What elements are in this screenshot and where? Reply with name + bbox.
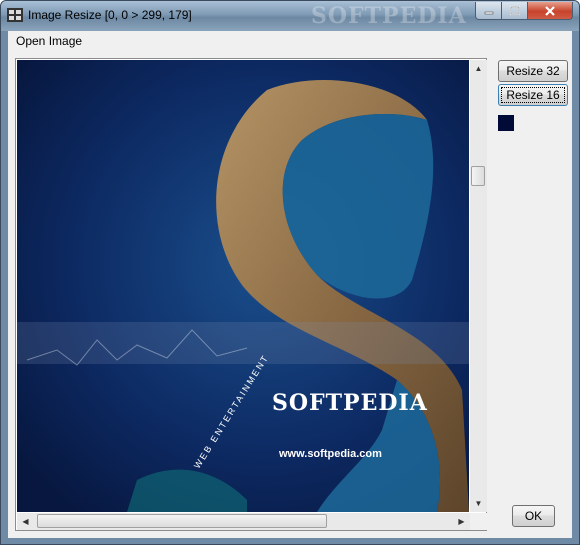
horizontal-scroll-thumb[interactable] xyxy=(37,514,327,528)
vertical-scroll-thumb[interactable] xyxy=(471,166,485,186)
image-resize-window: SOFTPEDIA Image Resize [0, 0 > 299, 179]… xyxy=(0,0,580,545)
close-button[interactable] xyxy=(527,2,573,20)
scrollbar-corner xyxy=(470,513,487,530)
maximize-button[interactable] xyxy=(501,2,528,20)
resize-16-button[interactable]: Resize 16 xyxy=(498,84,568,106)
arrow-left-icon: ◀ xyxy=(22,517,29,526)
arrow-down-icon: ▼ xyxy=(474,499,483,508)
horizontal-scrollbar[interactable]: ◀ ▶ xyxy=(17,513,470,530)
image-canvas[interactable]: SOFTPEDIA www.softpedia.com WEB ENTERTAI… xyxy=(17,60,469,512)
arrow-right-icon: ▶ xyxy=(458,517,465,526)
image-brand-text: SOFTPEDIA xyxy=(272,390,428,416)
title-watermark: SOFTPEDIA xyxy=(311,3,467,29)
minimize-button[interactable] xyxy=(475,2,502,20)
app-icon xyxy=(7,8,23,22)
title-bar[interactable]: SOFTPEDIA Image Resize [0, 0 > 299, 179] xyxy=(1,1,579,31)
aerial-island-image xyxy=(17,60,469,512)
scroll-down-button[interactable]: ▼ xyxy=(470,495,487,512)
image-panel: SOFTPEDIA www.softpedia.com WEB ENTERTAI… xyxy=(15,58,487,531)
scroll-right-button[interactable]: ▶ xyxy=(453,513,470,530)
scroll-up-button[interactable]: ▲ xyxy=(470,60,487,77)
ok-button[interactable]: OK xyxy=(512,505,555,527)
resize-32-button[interactable]: Resize 32 xyxy=(498,60,568,82)
menu-bar: Open Image xyxy=(8,31,572,51)
color-swatch xyxy=(498,115,514,131)
vertical-scrollbar[interactable]: ▲ ▼ xyxy=(470,60,487,512)
menu-open-image[interactable]: Open Image xyxy=(16,34,82,48)
image-url-text: www.softpedia.com xyxy=(279,448,382,460)
client-area: Open Image SOFTPEDIA www.softpedia.com W… xyxy=(8,31,572,538)
minimize-icon xyxy=(484,11,493,14)
close-icon xyxy=(545,5,555,16)
scroll-left-button[interactable]: ◀ xyxy=(17,513,34,530)
arrow-up-icon: ▲ xyxy=(474,64,483,73)
window-title: Image Resize [0, 0 > 299, 179] xyxy=(28,8,192,22)
maximize-icon xyxy=(509,6,520,15)
